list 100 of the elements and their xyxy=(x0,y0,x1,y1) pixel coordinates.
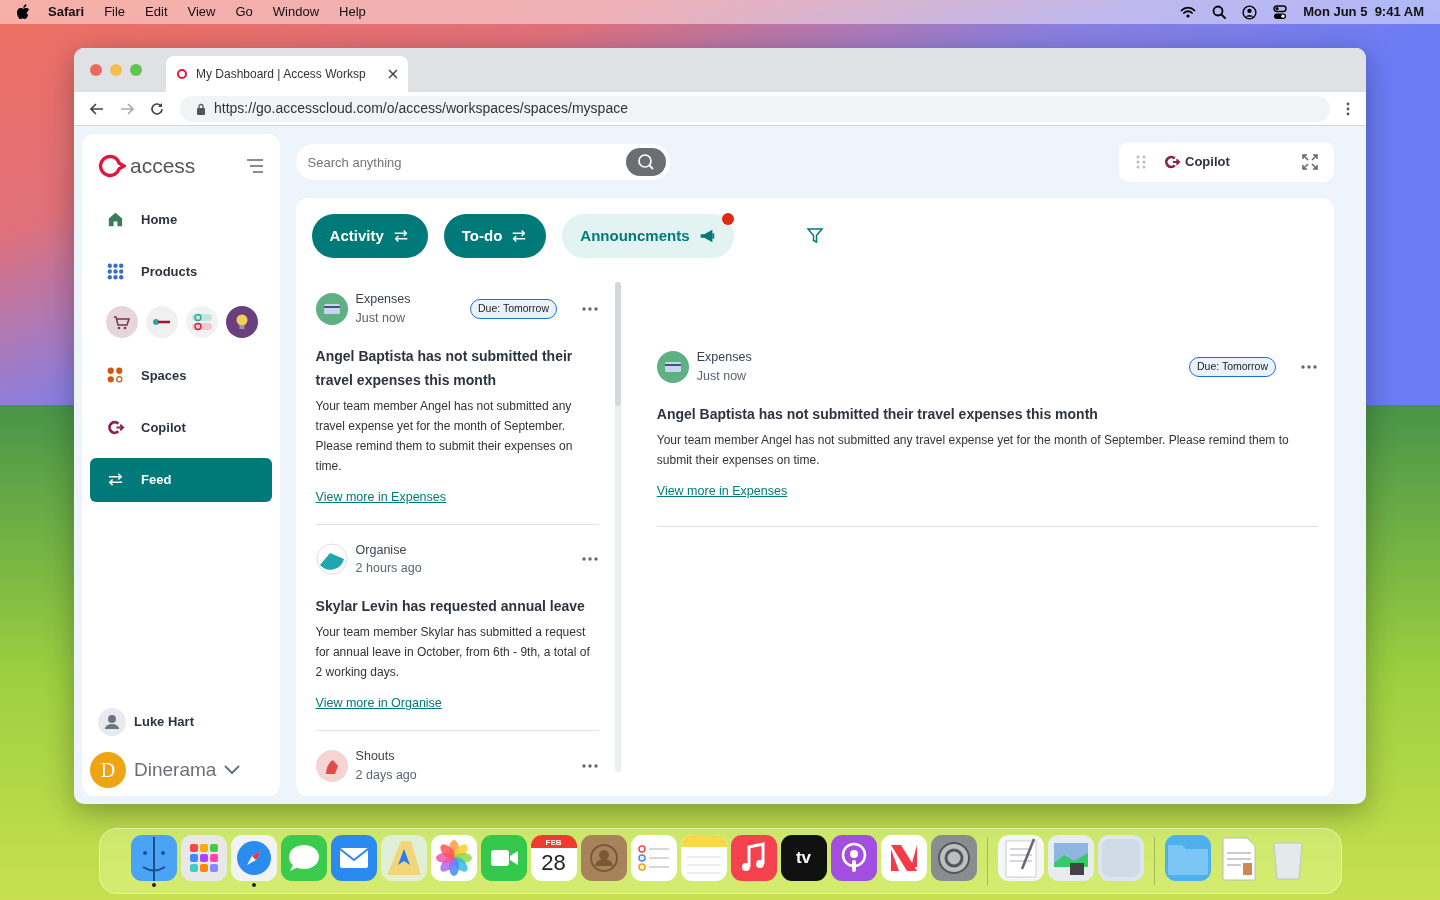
org-avatar: D xyxy=(90,752,126,788)
dots-icon xyxy=(106,366,125,385)
menu-icon[interactable] xyxy=(245,158,264,173)
nav-item[interactable]: Spaces xyxy=(90,353,272,398)
menu-title[interactable]: Help xyxy=(329,2,376,22)
lock-icon xyxy=(196,102,206,115)
calendar-day: 28 xyxy=(541,852,566,874)
calendar-icon[interactable]: FEB 28 xyxy=(530,835,577,881)
photo-viewer-icon[interactable] xyxy=(1047,835,1094,881)
more-icon[interactable] xyxy=(581,305,599,312)
more-icon[interactable] xyxy=(581,556,599,563)
nav-item[interactable]: Copilot xyxy=(90,405,272,450)
control-center-icon[interactable] xyxy=(1273,4,1288,20)
expand-icon[interactable] xyxy=(1302,154,1318,170)
menu-title[interactable]: Edit xyxy=(135,2,178,22)
clock: Mon Jun 5 9:41 AM xyxy=(1303,3,1424,22)
menu-title[interactable]: File xyxy=(94,2,136,22)
org-name: Dinerama xyxy=(134,757,217,782)
compass-icon[interactable] xyxy=(230,835,277,881)
contact-book-icon[interactable] xyxy=(580,835,627,881)
more-icon[interactable] xyxy=(581,762,599,769)
running-indicator xyxy=(151,883,156,887)
podcast-icon[interactable] xyxy=(830,835,877,881)
ring-logo-icon xyxy=(176,68,188,80)
card-icon xyxy=(315,292,348,325)
search-icon[interactable] xyxy=(1212,5,1227,19)
copilot-panel[interactable]: Copilot xyxy=(1119,142,1334,182)
copilot-icon xyxy=(1163,153,1181,171)
source-name: Shouts xyxy=(355,748,396,765)
source-name: Organise xyxy=(355,541,408,559)
timestamp: Just now xyxy=(355,309,406,327)
nav-item[interactable]: Products xyxy=(90,249,272,294)
music-note-icon[interactable] xyxy=(730,835,777,881)
org-switcher[interactable]: D Dinerama xyxy=(90,752,272,788)
envelope-icon[interactable] xyxy=(330,835,377,881)
map-icon[interactable] xyxy=(380,835,427,881)
view-more-link[interactable]: View more in Organise xyxy=(315,696,442,710)
ring-logo-icon xyxy=(98,153,126,178)
source-name: Expenses xyxy=(355,291,411,308)
timestamp: 2 hours ago xyxy=(355,560,422,578)
gear-icon[interactable] xyxy=(930,835,977,881)
cart-icon[interactable] xyxy=(106,305,138,338)
chevron-down-icon xyxy=(224,765,241,775)
calendar-month: FEB xyxy=(545,837,562,849)
people-icon[interactable] xyxy=(186,305,218,338)
view-more-link[interactable]: View more in Expenses xyxy=(315,489,446,504)
menu-title[interactable]: Go xyxy=(225,2,263,22)
tv-label: tv xyxy=(795,847,812,870)
search-field[interactable]: Search anything xyxy=(295,144,670,180)
face-icon[interactable] xyxy=(130,835,177,881)
post-body: Your team member Skylar has submitted a request for annual leave in October, from 6th - 9th, a total of 2 working days. xyxy=(315,624,591,681)
tab-title: My Dashboard | Access Worksp xyxy=(196,66,367,83)
home-icon xyxy=(106,210,125,229)
url-text: https://go.accesscloud.com/o/access/workspaces/spaces/myspace xyxy=(214,99,628,118)
user-name: Luke Hart xyxy=(134,713,194,732)
pen-and-paper-icon[interactable] xyxy=(997,835,1044,881)
flower-icon[interactable] xyxy=(430,835,477,881)
running-indicator xyxy=(251,883,256,887)
newspaper-icon[interactable] xyxy=(880,835,927,881)
post-body: Your team member Angel has not submitted any travel expense yet for the month of September. Please remind them to submit their expenses on time. xyxy=(656,431,1290,469)
key-icon[interactable] xyxy=(146,305,178,338)
drag-handle-icon[interactable] xyxy=(1135,154,1147,170)
kebab-menu-icon[interactable] xyxy=(1346,101,1350,116)
card-icon xyxy=(656,350,689,383)
apple-logo-icon[interactable] xyxy=(16,4,30,20)
grid-icon xyxy=(106,262,125,281)
app-grid-icon[interactable] xyxy=(180,835,227,881)
copilot-label: Copilot xyxy=(1185,153,1230,172)
copilot-icon xyxy=(106,418,125,437)
filter-icon[interactable] xyxy=(805,227,824,245)
due-badge: Due: Tomorrow xyxy=(470,298,557,319)
lightbulb-icon[interactable] xyxy=(226,305,258,338)
view-more-link[interactable]: View more in Expenses xyxy=(656,483,788,498)
back-arrow-icon[interactable] xyxy=(90,102,104,115)
filter-tab[interactable]: Announcments xyxy=(562,214,734,258)
avatar-icon[interactable] xyxy=(98,708,126,736)
source-name: Expenses xyxy=(696,349,752,366)
more-icon[interactable] xyxy=(1300,363,1318,370)
post-body: Your team member Angel has not submitted any travel expense yet for the month of September. Please remind them to submit their expenses on time. xyxy=(315,397,574,475)
tv-app-icon[interactable]: tv xyxy=(780,835,827,881)
checklist-icon[interactable] xyxy=(630,835,677,881)
menu-title[interactable]: View xyxy=(177,2,226,22)
post-title: Angel Baptista has not submitted their travel expenses this month xyxy=(315,346,574,390)
nav-item[interactable]: Feed xyxy=(90,457,272,502)
scrollbar[interactable] xyxy=(615,282,621,772)
post-title: Skylar Levin has requested annual leave xyxy=(315,597,586,616)
user-account-icon[interactable] xyxy=(1242,4,1258,20)
menu-title[interactable]: Window xyxy=(262,2,330,22)
logo-text: access xyxy=(130,153,196,179)
filter-tab[interactable]: To-do xyxy=(443,214,547,258)
filter-tab[interactable]: Activity xyxy=(311,214,428,258)
timestamp: 2 days ago xyxy=(355,766,417,784)
close-icon[interactable] xyxy=(388,69,398,79)
wifi-icon[interactable] xyxy=(1180,6,1197,18)
reload-icon[interactable] xyxy=(150,101,164,116)
nav-item[interactable]: Home xyxy=(90,197,272,242)
timestamp: Just now xyxy=(696,367,748,385)
menu-title[interactable]: Safari xyxy=(38,2,95,22)
address-field[interactable]: https://go.accesscloud.com/o/access/workspaces/spaces/myspace xyxy=(180,95,1330,122)
browser-tab[interactable]: My Dashboard | Access Worksp xyxy=(166,56,408,92)
